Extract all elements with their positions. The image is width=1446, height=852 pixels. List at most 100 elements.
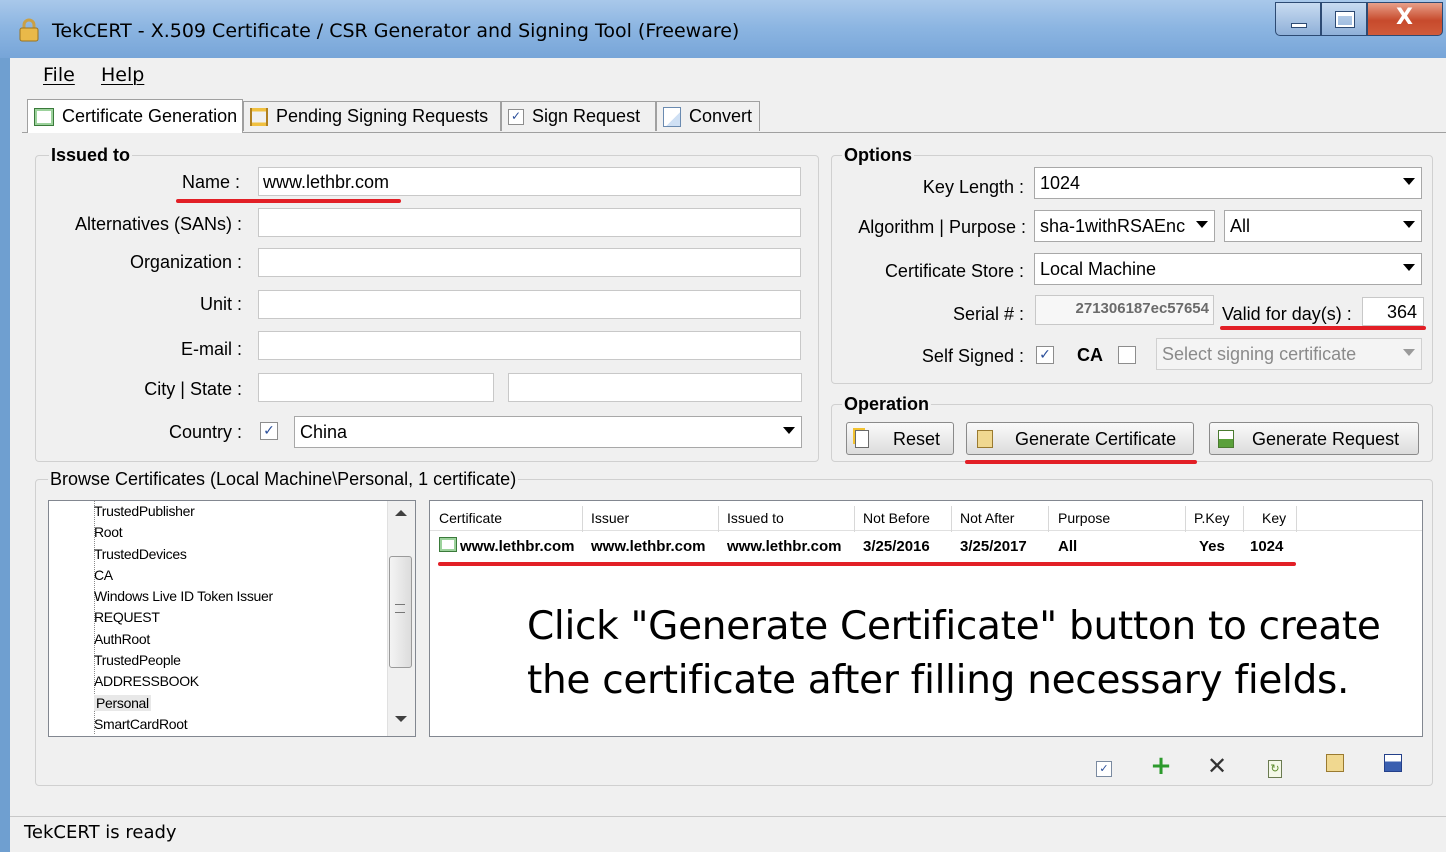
grip-icon	[395, 604, 405, 613]
key-length-label: Key Length :	[922, 177, 1024, 197]
generate-certificate-button[interactable]: Generate Certificate	[966, 422, 1194, 455]
column-header-certificate[interactable]: Certificate	[439, 510, 502, 526]
city-field[interactable]	[258, 373, 494, 402]
instruction-line-2: the certificate after filling necessary …	[527, 658, 1350, 703]
column-separator	[718, 506, 719, 532]
algorithm-select[interactable]: sha-1withRSAEnс	[1034, 210, 1215, 242]
ca-label: CA	[1077, 345, 1103, 365]
self-signed-checkbox[interactable]: ✓	[1036, 346, 1054, 364]
tab-convert[interactable]: Convert	[656, 101, 760, 131]
column-header-key[interactable]: Key	[1262, 510, 1286, 526]
close-icon: X	[1396, 5, 1413, 30]
serial-field[interactable]: 271306187ec57654	[1035, 295, 1214, 325]
tab-certificate-generation[interactable]: Certificate Generation	[27, 99, 243, 133]
chevron-down-icon	[1403, 264, 1415, 271]
column-header-issued-to[interactable]: Issued to	[727, 510, 784, 526]
tree-item[interactable]: TrustedDevices	[94, 546, 187, 562]
maximize-icon	[1335, 11, 1355, 28]
tab-pending-signing-requests[interactable]: Pending Signing Requests	[243, 101, 501, 131]
column-header-purpose[interactable]: Purpose	[1058, 510, 1110, 526]
column-header-pkey[interactable]: P.Key	[1194, 510, 1230, 526]
unit-field[interactable]	[258, 290, 801, 319]
algorithm-purpose-label: Algorithm | Purpose :	[858, 217, 1026, 237]
tab-sign-request[interactable]: ✓ Sign Request	[501, 101, 656, 131]
menu-help[interactable]: Help	[101, 64, 144, 86]
operation-title: Operation	[842, 394, 932, 415]
email-field[interactable]	[258, 331, 801, 360]
tab-label: Certificate Generation	[62, 106, 238, 126]
status-text: TekCERT is ready	[24, 822, 177, 843]
tab-label: Pending Signing Requests	[276, 106, 489, 126]
country-checkbox[interactable]: ✓	[260, 422, 278, 440]
refresh-icon[interactable]: ↻	[1263, 754, 1287, 778]
status-bar	[10, 816, 1446, 852]
options-title: Options	[842, 145, 914, 166]
valid-days-field[interactable]: 364	[1362, 297, 1424, 326]
sans-field[interactable]	[258, 208, 801, 237]
generate-request-button[interactable]: Generate Request	[1209, 422, 1419, 455]
tree-item[interactable]: REQUEST	[94, 609, 160, 625]
column-header-issuer[interactable]: Issuer	[591, 510, 629, 526]
signing-certificate-placeholder: Select signing certificate	[1162, 344, 1357, 364]
tab-label: Sign Request	[532, 106, 641, 126]
add-icon[interactable]: +	[1149, 753, 1173, 779]
country-select-value: China	[300, 422, 348, 442]
tree-item[interactable]: SmartCardRoot	[94, 716, 188, 732]
certificate-store-select[interactable]: Local Machine	[1034, 253, 1422, 285]
tree-item[interactable]: Windows Live ID Token Issuer	[94, 588, 273, 604]
country-select[interactable]: China	[294, 416, 802, 448]
self-signed-label: Self Signed :	[921, 346, 1024, 366]
cell-pkey: Yes	[1199, 538, 1225, 555]
tree-item-selected[interactable]: Personal	[94, 695, 151, 711]
column-header-not-before[interactable]: Not Before	[863, 510, 930, 526]
tab-label: Convert	[689, 106, 753, 126]
tree-item[interactable]: AuthRoot	[94, 631, 150, 647]
cell-purpose: All	[1058, 538, 1078, 555]
import-icon[interactable]	[1323, 754, 1347, 778]
chevron-down-icon	[1403, 221, 1415, 228]
country-label: Country :	[168, 422, 242, 442]
column-separator	[1243, 506, 1244, 532]
check-icon[interactable]: ✓	[1092, 754, 1116, 778]
minimize-button[interactable]	[1275, 2, 1321, 36]
delete-icon[interactable]: ✕	[1205, 754, 1229, 778]
purpose-select[interactable]: All	[1224, 210, 1422, 242]
tree-item[interactable]: Root	[94, 524, 123, 540]
instruction-annotation: Click "Generate Certificate" button to c…	[527, 600, 1381, 708]
column-header-not-after[interactable]: Not After	[960, 510, 1014, 526]
issued-to-title: Issued to	[49, 145, 133, 166]
chevron-down-icon	[1403, 178, 1415, 185]
tree-item[interactable]: ADDRESSBOOK	[94, 673, 199, 689]
organization-label: Organization :	[129, 252, 242, 272]
reset-button-label: Reset	[893, 429, 941, 449]
certificate-icon	[439, 537, 457, 552]
tree-item[interactable]: CA	[94, 567, 113, 583]
key-length-select[interactable]: 1024	[1034, 167, 1422, 199]
name-field[interactable]: www.lethbr.com	[258, 167, 801, 196]
save-icon[interactable]	[1381, 754, 1405, 778]
email-label: E-mail :	[180, 339, 242, 359]
signing-certificate-select[interactable]: Select signing certificate	[1156, 338, 1422, 370]
column-separator	[1048, 506, 1049, 532]
convert-icon	[663, 106, 681, 127]
organization-field[interactable]	[258, 248, 801, 277]
certificate-store-value: Local Machine	[1040, 259, 1157, 279]
scroll-up-icon[interactable]	[395, 510, 407, 516]
menu-file[interactable]: File	[43, 64, 75, 86]
column-separator	[854, 506, 855, 532]
reset-button[interactable]: Reset	[846, 422, 954, 455]
generate-request-label: Generate Request	[1252, 429, 1400, 449]
chevron-down-icon	[1196, 221, 1208, 228]
close-button[interactable]: X	[1367, 2, 1443, 36]
tree-item[interactable]: TrustedPublisher	[94, 503, 195, 519]
new-document-icon	[855, 430, 869, 448]
tree-item[interactable]: TrustedPeople	[94, 652, 181, 668]
purpose-value: All	[1230, 216, 1251, 236]
clipboard-icon	[977, 430, 993, 448]
maximize-button[interactable]	[1321, 2, 1367, 36]
cell-not-before: 3/25/2016	[863, 538, 930, 555]
state-field[interactable]	[508, 373, 802, 402]
ca-checkbox[interactable]	[1118, 346, 1136, 364]
window-title: TekCERT - X.509 Certificate / CSR Genera…	[52, 20, 740, 42]
scroll-down-icon[interactable]	[395, 716, 407, 722]
